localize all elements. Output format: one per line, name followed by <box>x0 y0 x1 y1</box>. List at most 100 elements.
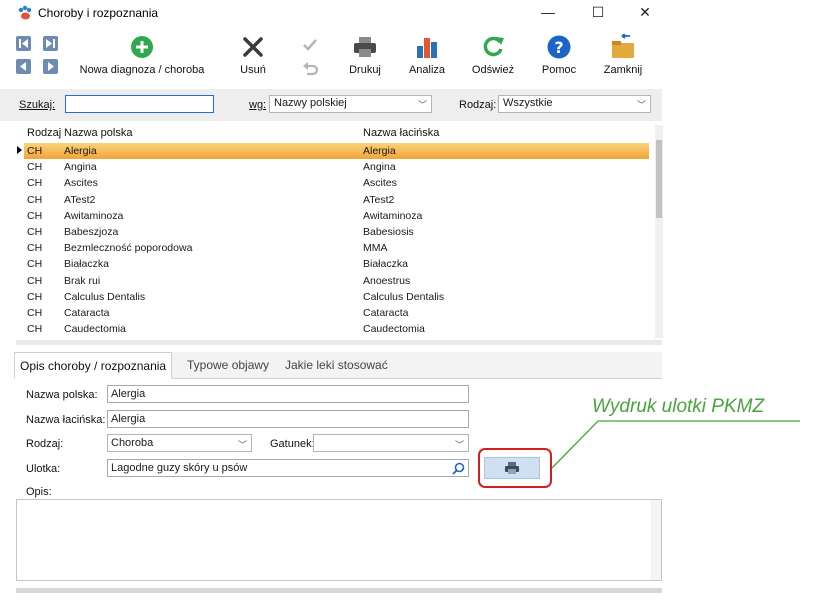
close-label: Zamknij <box>603 64 643 76</box>
leaflet-field[interactable]: Lagodne guzy skóry u psów <box>107 459 469 477</box>
cell-type: CH <box>27 145 43 157</box>
tab-typical-symptoms[interactable]: Typowe objawy <box>182 352 274 378</box>
refresh-button[interactable]: Odśwież <box>470 34 516 76</box>
cell-type: CH <box>27 242 43 255</box>
search-by-value: Nazwy polskiej <box>274 97 347 109</box>
cell-polish-name: Caudectomia <box>64 323 126 336</box>
svg-text:?: ? <box>554 38 563 57</box>
table-row[interactable]: CH Brak rui Anoestrus <box>24 273 649 289</box>
first-record-icon[interactable] <box>16 36 31 51</box>
table-row[interactable]: CH Calculus Dentalis Calculus Dentalis <box>24 289 649 305</box>
search-by-select[interactable]: Nazwy polskiej ﹀ <box>269 95 432 113</box>
print-label: Drukuj <box>349 64 381 76</box>
delete-button[interactable]: Usuń <box>236 34 270 76</box>
chevron-down-icon: ﹀ <box>237 440 247 450</box>
polish-name-label: Nazwa polska: <box>26 389 98 401</box>
cell-latin-name: Calculus Dentalis <box>363 290 445 303</box>
table-scrollbar[interactable] <box>655 125 663 338</box>
leaflet-value: Lagodne guzy skóry u psów <box>111 462 248 474</box>
table-row[interactable]: CH Cataracta Cataracta <box>24 305 649 321</box>
cell-type: CH <box>27 290 43 303</box>
window-title: Choroby i rozpoznania <box>38 6 159 20</box>
cell-latin-name: Babesiosis <box>363 226 414 238</box>
cell-polish-name: ATest2 <box>64 193 96 206</box>
delete-icon <box>243 37 263 57</box>
prev-record-icon[interactable] <box>16 59 31 74</box>
table-row[interactable]: CH Bezmleczność poporodowa MMA <box>24 240 649 256</box>
cell-polish-name: Ascites <box>64 177 98 190</box>
next-record-icon[interactable] <box>43 59 58 74</box>
description-textarea[interactable] <box>16 499 662 581</box>
table-row[interactable]: CH Awitaminoza Awitaminoza <box>24 208 649 224</box>
app-window: Choroby i rozpoznania — ☐ ✕ Nowa diagnoz… <box>0 0 663 601</box>
cell-type: CH <box>27 258 43 271</box>
diseases-table: Rodzaj Nazwa polska Nazwa łacińska CH Ale… <box>16 125 656 336</box>
search-bar: Szukaj: wg: Nazwy polskiej ﹀ Rodzaj: Wsz… <box>0 89 662 121</box>
species-select[interactable]: ﹀ <box>313 434 469 452</box>
type-label: Rodzaj: <box>26 438 64 450</box>
type-value: Choroba <box>111 437 154 449</box>
tab-medicines[interactable]: Jakie leki stosować <box>280 352 393 378</box>
magnifier-icon[interactable] <box>452 462 465 475</box>
cell-type: CH <box>27 226 43 238</box>
cell-polish-name: Brak rui <box>64 274 101 287</box>
close-window-button[interactable]: ✕ <box>627 0 663 24</box>
cell-polish-name: Bezmleczność poporodowa <box>64 242 193 255</box>
table-row[interactable]: CH Caudectomia Caudectomia <box>24 321 649 337</box>
cell-polish-name: Babeszjoza <box>64 226 119 238</box>
current-row-marker-icon <box>17 146 22 154</box>
cell-latin-name: Cataracta <box>363 307 409 319</box>
analysis-button[interactable]: Analiza <box>405 34 449 76</box>
print-button[interactable]: Drukuj <box>345 34 385 76</box>
table-row[interactable]: CH Alergia Alergia <box>24 143 649 159</box>
table-body: CH Alergia Alergia CH Angina Angina CH Ascites A… <box>24 143 649 337</box>
table-row[interactable]: CH Babeszjoza Babesiosis <box>24 224 649 240</box>
new-diagnosis-label: Nowa diagnoza / choroba <box>79 64 205 76</box>
help-button[interactable]: ? Pomoc <box>538 34 580 76</box>
refresh-label: Odśwież <box>471 64 515 76</box>
cell-type: CH <box>27 161 43 174</box>
minimize-button[interactable]: — <box>530 0 566 24</box>
column-header-latin-name[interactable]: Nazwa łacińska <box>363 125 439 141</box>
type-filter-label: Rodzaj: <box>459 99 497 111</box>
table-row[interactable]: CH Ascites Ascites <box>24 175 649 191</box>
cell-latin-name: Awitaminoza <box>363 209 423 222</box>
latin-name-field[interactable]: Alergia <box>107 410 469 428</box>
cell-latin-name: Anoestrus <box>363 274 411 287</box>
cell-polish-name: Awitaminoza <box>64 209 124 222</box>
search-by-label: wg: <box>249 99 267 111</box>
scrollbar-thumb[interactable] <box>656 140 662 218</box>
callout-text: Wydruk ulotki PKMZ <box>592 396 765 417</box>
new-diagnosis-button[interactable]: Nowa diagnoza / choroba <box>76 34 208 76</box>
detail-tabs: Opis choroby / rozpoznania Typowe objawy… <box>14 352 662 379</box>
type-select[interactable]: Choroba ﹀ <box>107 434 252 452</box>
cell-polish-name: Calculus Dentalis <box>64 290 146 303</box>
help-icon: ? <box>547 35 571 59</box>
exit-folder-icon <box>612 34 634 58</box>
description-scrollbar[interactable] <box>651 500 661 580</box>
chevron-down-icon: ﹀ <box>454 440 464 450</box>
table-row[interactable]: CH ATest2 ATest2 <box>24 192 649 208</box>
tab-description[interactable]: Opis choroby / rozpoznania <box>14 352 173 379</box>
cell-latin-name: Caudectomia <box>363 323 425 336</box>
polish-name-field[interactable]: Alergia <box>107 385 469 403</box>
column-header-type[interactable]: Rodzaj <box>27 125 61 141</box>
add-icon <box>131 36 153 58</box>
column-header-polish-name[interactable]: Nazwa polska <box>64 125 132 141</box>
bottom-scrollbar[interactable] <box>16 588 662 593</box>
horizontal-divider <box>16 340 662 345</box>
description-label: Opis: <box>26 486 52 498</box>
analysis-label: Analiza <box>408 64 446 76</box>
table-row[interactable]: CH Angina Angina <box>24 159 649 175</box>
table-row[interactable]: CH Białaczka Białaczka <box>24 256 649 272</box>
cell-polish-name: Angina <box>64 161 97 174</box>
search-input[interactable] <box>65 95 214 113</box>
cell-polish-name: Białaczka <box>64 258 109 271</box>
type-filter-select[interactable]: Wszystkie ﹀ <box>498 95 651 113</box>
close-button[interactable]: Zamknij <box>601 34 645 76</box>
confirm-icon <box>303 39 317 51</box>
maximize-button[interactable]: ☐ <box>580 0 616 24</box>
chevron-down-icon: ﹀ <box>417 100 427 110</box>
cell-type: CH <box>27 209 43 222</box>
last-record-icon[interactable] <box>43 36 58 51</box>
